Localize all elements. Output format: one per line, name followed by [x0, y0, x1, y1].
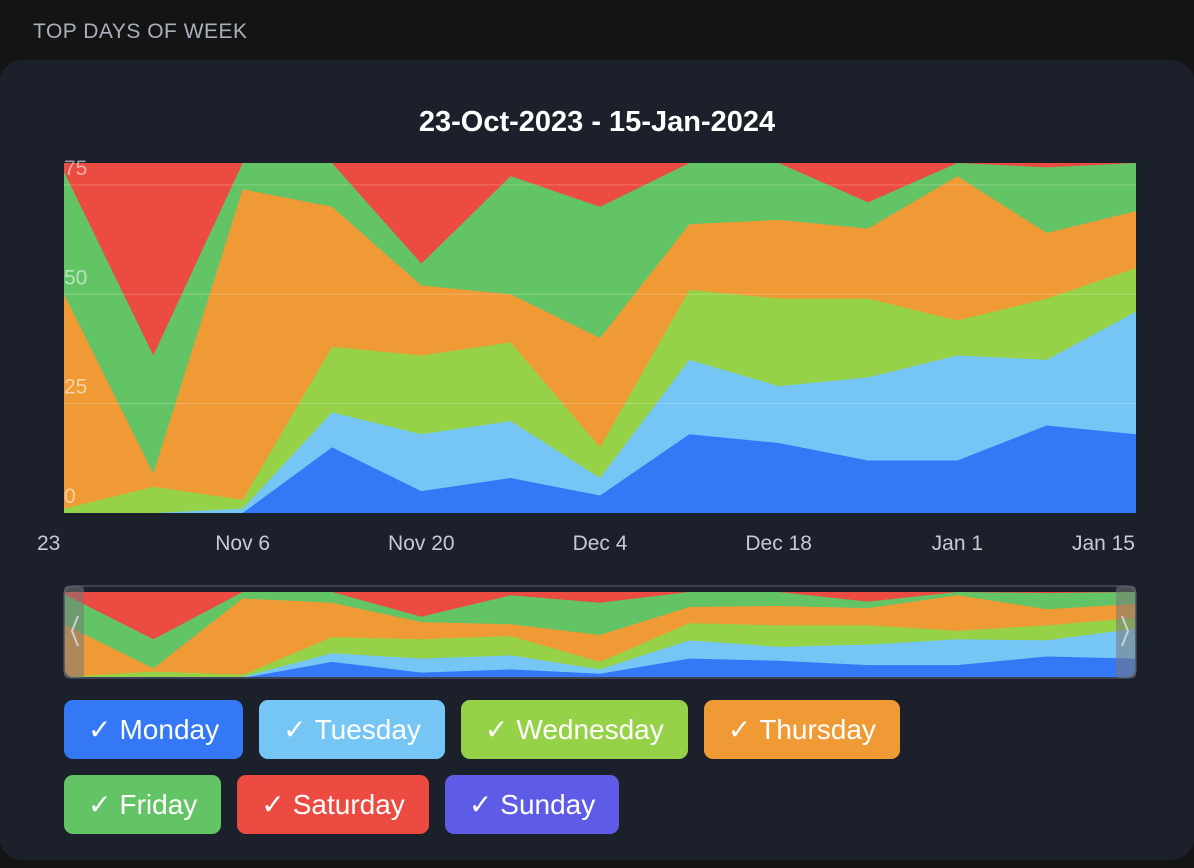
check-icon: ✓	[468, 789, 493, 820]
x-tick-label: Dec 18	[745, 532, 812, 555]
legend-row: ✓ Friday ✓ Saturday ✓ Sunday	[64, 775, 1064, 834]
section-title: TOP DAYS OF WEEK	[33, 20, 248, 43]
x-tick-label: Nov 6	[215, 532, 270, 555]
legend-label: Thursday	[759, 713, 876, 745]
check-icon: ✓	[484, 714, 509, 745]
range-navigator[interactable]	[0, 582, 1194, 682]
y-tick-label: 0	[64, 485, 76, 508]
check-icon: ✓	[727, 714, 752, 745]
x-tick-label: Jan 15	[1072, 532, 1135, 555]
x-tick-label: 23	[37, 532, 60, 555]
check-icon: ✓	[283, 714, 307, 745]
legend-label: Sunday	[500, 788, 596, 820]
legend-toggle-sunday[interactable]: ✓ Sunday	[444, 775, 620, 834]
range-handle-left[interactable]	[64, 586, 84, 678]
legend: ✓ Monday ✓ Tuesday ✓ Wednesday ✓ Thursday ✓ F…	[64, 700, 1064, 850]
x-tick-label: Jan 1	[932, 532, 983, 555]
legend-label: Saturday	[292, 788, 405, 820]
legend-row: ✓ Monday ✓ Tuesday ✓ Wednesday ✓ Thursday	[64, 700, 1064, 759]
check-icon: ✓	[88, 714, 112, 745]
navigator-preview	[64, 592, 1136, 678]
x-tick-label: Nov 20	[388, 532, 455, 555]
chart-title: 23-Oct-2023 - 15-Jan-2024	[418, 106, 776, 138]
legend-label: Wednesday	[516, 713, 664, 745]
legend-label: Monday	[119, 713, 220, 745]
range-handle-right[interactable]	[1116, 586, 1136, 678]
check-icon: ✓	[261, 789, 285, 820]
legend-toggle-wednesday[interactable]: ✓ Wednesday	[460, 700, 688, 759]
legend-label: Tuesday	[314, 713, 421, 745]
x-tick-label: Dec 4	[573, 532, 628, 555]
y-tick-label: 25	[64, 376, 87, 399]
legend-label: Friday	[119, 788, 198, 820]
check-icon: ✓	[88, 789, 112, 820]
legend-toggle-monday[interactable]: ✓ Monday	[64, 700, 244, 759]
legend-toggle-saturday[interactable]: ✓ Saturday	[237, 775, 429, 834]
legend-toggle-friday[interactable]: ✓ Friday	[64, 775, 222, 834]
legend-toggle-tuesday[interactable]: ✓ Tuesday	[259, 700, 445, 759]
stacked-area-chart: 0 25 50 75 23 Nov 6 Nov 20 Dec 4 Dec 18 Jan 1 Jan …	[37, 157, 1136, 555]
y-tick-label: 75	[64, 157, 87, 180]
legend-toggle-thursday[interactable]: ✓ Thursday	[703, 700, 900, 759]
y-tick-label: 50	[64, 266, 87, 289]
